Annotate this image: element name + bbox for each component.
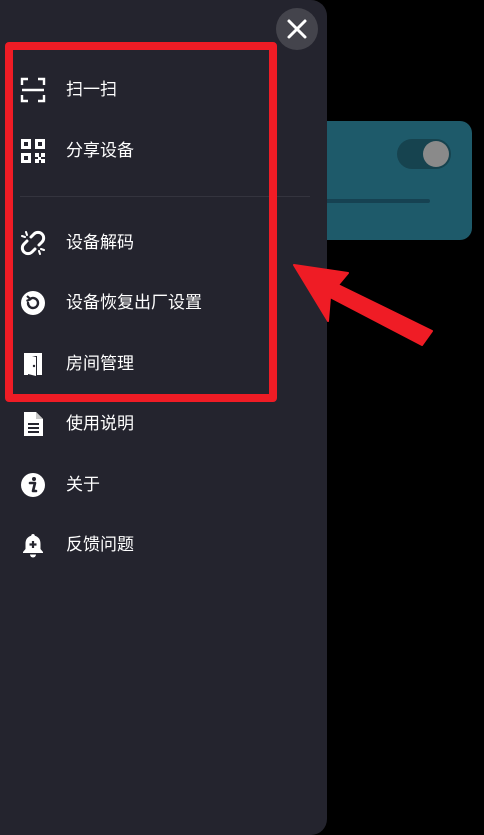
close-button[interactable] [276, 8, 318, 50]
side-drawer: 扫一扫 分享设备 设备解码 设备恢复出厂设置 房间管理 使用说明 关于 反馈问题 [0, 0, 327, 835]
bell-plus-icon [20, 532, 46, 558]
menu-item-label: 设备恢复出厂设置 [66, 293, 202, 313]
reset-circle-icon [20, 290, 46, 316]
menu-item-share-device[interactable]: 分享设备 [0, 129, 260, 173]
menu-item-label: 扫一扫 [66, 80, 117, 100]
scan-frame-icon [20, 77, 46, 103]
background-toggle-switch[interactable] [397, 139, 451, 169]
menu-item-scan[interactable]: 扫一扫 [0, 68, 260, 112]
info-icon [20, 472, 46, 498]
menu-item-label: 反馈问题 [66, 535, 134, 555]
menu-divider [20, 196, 310, 197]
door-icon [20, 351, 46, 377]
menu-item-label: 关于 [66, 475, 100, 495]
menu-item-about[interactable]: 关于 [0, 463, 260, 507]
screen: 扫一扫 分享设备 设备解码 设备恢复出厂设置 房间管理 使用说明 关于 反馈问题 [0, 0, 484, 835]
menu-item-user-manual[interactable]: 使用说明 [0, 402, 260, 446]
close-icon [287, 19, 307, 39]
menu-item-room-management[interactable]: 房间管理 [0, 342, 260, 386]
menu-item-label: 分享设备 [66, 141, 134, 161]
qr-code-icon [20, 138, 46, 164]
menu-item-feedback[interactable]: 反馈问题 [0, 523, 260, 567]
toggle-knob [423, 141, 449, 167]
menu-item-device-unbind[interactable]: 设备解码 [0, 221, 260, 265]
menu-item-label: 设备解码 [66, 233, 134, 253]
menu-item-factory-reset[interactable]: 设备恢复出厂设置 [0, 281, 260, 325]
menu-item-label: 使用说明 [66, 414, 134, 434]
background-progress-bar [320, 199, 430, 203]
menu-item-label: 房间管理 [66, 354, 134, 374]
document-icon [20, 411, 46, 437]
broken-link-icon [20, 230, 46, 256]
